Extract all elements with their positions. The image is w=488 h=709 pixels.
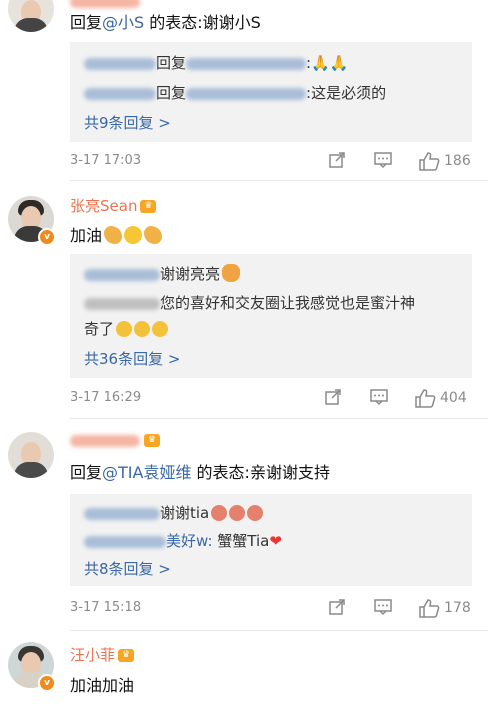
like-button[interactable]: 186 (418, 151, 471, 171)
thumbs-up-icon (419, 152, 440, 171)
reply-line: 您的喜好和交友圈让我感觉也是蜜汁神 (84, 292, 462, 313)
reply-text: 蟹蟹Tia (212, 532, 270, 550)
reply-line: 回复 :这是必须的 (84, 82, 462, 103)
timestamp: 3-17 16:29 (70, 390, 142, 405)
comment-item: 回复@小S 的表态:谢谢小S 回复:🙏🙏 回复:这是必须的 共9条回复 > 3-… (0, 0, 488, 178)
like-button[interactable]: 404 (414, 388, 467, 408)
laughing-emoji-icon (152, 321, 169, 337)
reply-text: 谢谢tia (160, 504, 210, 522)
username-blurred[interactable] (70, 435, 140, 447)
member-crown-icon: ♛ (144, 434, 160, 447)
reply-line: 奇了 (84, 318, 462, 339)
username-text: 张亮Sean (70, 197, 138, 215)
comment-text: 回复@TIA袁娅维 的表态:亲谢谢支持 (70, 459, 330, 483)
comment-text: 回复@小S 的表态:谢谢小S (70, 9, 261, 33)
comment-suffix: 的表态:谢谢小S (144, 13, 261, 32)
comment-item: v 张亮Sean ♛ 加油 谢谢亮亮 您的喜好和交友圈让我感觉也是蜜汁神 奇了 共… (0, 190, 488, 420)
share-icon[interactable] (328, 598, 346, 616)
reply-prefix: 回复 (70, 463, 103, 482)
more-replies-link[interactable]: 共36条回复 > (84, 348, 180, 369)
divider (70, 180, 488, 181)
smile-emoji-icon (124, 226, 143, 244)
username[interactable]: 汪小菲 ♛ (70, 644, 135, 665)
divider (70, 418, 488, 419)
reply-line: 回复 :🙏🙏 (84, 52, 462, 73)
like-count: 178 (444, 600, 471, 616)
comment-footer: 3-17 17:03 186 (70, 151, 471, 171)
more-replies-link[interactable]: 共8条回复 > (84, 558, 171, 579)
reply-line: 谢谢tia (84, 502, 462, 523)
mention-link[interactable]: @TIA袁娅维 (102, 463, 191, 482)
reply-text-cont: 奇了 (84, 320, 115, 338)
comment-item: v 汪小菲 ♛ 加油加油 (0, 636, 488, 709)
like-count: 404 (440, 390, 467, 406)
member-crown-icon: ♛ (118, 649, 135, 662)
flexed-arm-emoji-icon (144, 226, 163, 244)
pray-emoji-icon (222, 264, 241, 282)
comment-icon[interactable] (373, 598, 393, 616)
timestamp: 3-17 17:03 (70, 153, 142, 168)
cat-emoji-icon (247, 505, 264, 521)
laughing-emoji-icon (116, 321, 133, 337)
thumbs-up-icon (415, 389, 436, 408)
divider (70, 630, 488, 631)
heart-icon: ❤ (269, 532, 282, 550)
comment-suffix: 的表态:亲谢谢支持 (191, 463, 330, 482)
like-button[interactable]: 178 (418, 598, 471, 618)
like-count: 186 (444, 153, 471, 169)
verified-badge-icon: v (38, 674, 56, 692)
verified-badge-icon: v (38, 228, 56, 246)
avatar[interactable] (8, 432, 54, 478)
reply-line: 谢谢亮亮 (84, 263, 462, 284)
comment-text: 加油 (70, 222, 163, 246)
more-replies-link[interactable]: 共9条回复 > (84, 112, 171, 133)
reply-label: 回复 (156, 84, 187, 102)
reply-text: :🙏🙏 (306, 54, 349, 72)
share-icon[interactable] (324, 388, 342, 406)
comment-body: 加油 (70, 226, 103, 245)
share-icon[interactable] (328, 151, 346, 169)
reply-label: 回复 (156, 54, 187, 72)
comment-icon[interactable] (369, 388, 389, 406)
reply-preview-box[interactable]: 谢谢tia 美好w: 蟹蟹Tia❤ 共8条回复 > (70, 494, 472, 586)
comment-text: 加油加油 (70, 672, 134, 696)
comment-body: 加油加油 (70, 676, 135, 695)
username-blurred[interactable] (70, 0, 140, 8)
comment-icon[interactable] (373, 151, 393, 169)
username-text: 汪小菲 (70, 646, 116, 664)
reply-label: 美好w: (166, 532, 213, 550)
member-crown-icon: ♛ (140, 200, 157, 213)
avatar[interactable] (8, 0, 54, 32)
mention-link[interactable]: @小S (102, 13, 144, 32)
reply-text: :这是必须的 (306, 84, 387, 102)
reply-preview-box[interactable]: 回复 :🙏🙏 回复 :这是必须的 共9条回复 > (70, 42, 472, 142)
reply-text: 您的喜好和交友圈让我感觉也是蜜汁神 (160, 294, 416, 312)
reply-text: 谢谢亮亮 (160, 265, 221, 283)
thumbs-up-icon (419, 599, 440, 618)
cat-emoji-icon (211, 505, 228, 521)
comment-footer: 3-17 15:18 178 (70, 598, 471, 618)
timestamp: 3-17 15:18 (70, 600, 142, 615)
cat-emoji-icon (229, 505, 246, 521)
comment-item: ♛ 回复@TIA袁娅维 的表态:亲谢谢支持 谢谢tia 美好w: 蟹蟹Tia❤ … (0, 426, 488, 634)
username[interactable]: 张亮Sean ♛ (70, 195, 157, 216)
comment-footer: 3-17 16:29 404 (70, 388, 470, 408)
laughing-emoji-icon (134, 321, 151, 337)
reply-prefix: 回复 (70, 13, 103, 32)
reply-preview-box[interactable]: 谢谢亮亮 您的喜好和交友圈让我感觉也是蜜汁神 奇了 共36条回复 > (70, 254, 472, 378)
flexed-arm-emoji-icon (104, 226, 123, 244)
reply-line: 美好w: 蟹蟹Tia❤ (84, 530, 462, 551)
